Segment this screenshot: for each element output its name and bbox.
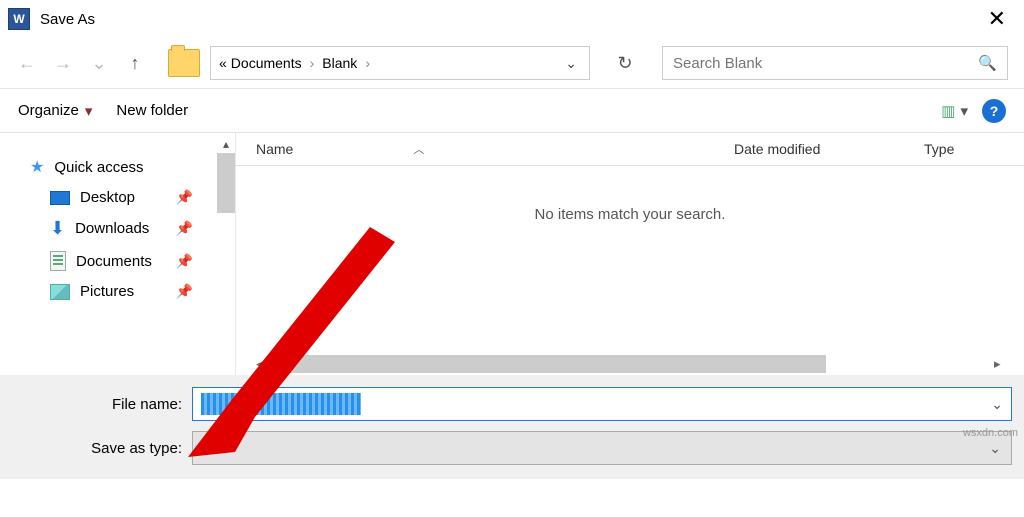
breadcrumb[interactable]: « Documents › Blank › ⌄ (210, 46, 590, 80)
nav-history-chevron-icon[interactable]: ⌄ (84, 48, 114, 78)
column-type[interactable]: Type (924, 141, 1004, 157)
star-icon: ★ (30, 157, 44, 177)
pin-icon: 📌 (176, 220, 193, 237)
view-options-button[interactable]: ▥ ▾ (941, 102, 968, 120)
folder-icon (168, 49, 200, 77)
main-area: ▴ ★ Quick access Desktop 📌 ⬇ Downloads 📌… (0, 133, 1024, 375)
scroll-up-icon[interactable]: ▴ (223, 137, 229, 151)
word-app-icon: W (8, 8, 30, 30)
nav-up-icon[interactable]: ↑ (120, 48, 150, 78)
breadcrumb-prefix: « (217, 55, 229, 71)
breadcrumb-segment[interactable]: Documents (229, 55, 304, 71)
toolbar: Organize ▾ New folder ▥ ▾ ? (0, 88, 1024, 132)
sidebar-item-desktop[interactable]: Desktop 📌 (0, 183, 235, 212)
chevron-down-icon: ⌄ (989, 440, 1001, 457)
filename-label: File name: (12, 396, 192, 413)
file-list-pane: Name ︿ Date modified Type No items match… (236, 133, 1024, 375)
refresh-icon[interactable]: ↻ (610, 48, 640, 78)
window-title: Save As (40, 11, 95, 28)
horizontal-scrollbar[interactable]: ◂ ▸ (256, 353, 1014, 375)
sidebar-item-label: Documents (76, 253, 152, 270)
desktop-icon (50, 191, 70, 205)
empty-message: No items match your search. (236, 206, 1024, 223)
chevron-down-icon: ▾ (960, 102, 968, 120)
pin-icon: 📌 (176, 283, 193, 300)
chevron-right-icon: › (310, 55, 315, 71)
search-icon[interactable]: 🔍 (978, 54, 997, 72)
scroll-left-icon[interactable]: ◂ (256, 356, 276, 372)
help-icon[interactable]: ? (982, 99, 1006, 123)
breadcrumb-segment[interactable]: Blank (320, 55, 359, 71)
search-box[interactable]: 🔍 (662, 46, 1008, 80)
nav-back-icon[interactable]: ← (12, 48, 42, 78)
column-name-label: Name (256, 141, 293, 157)
navigation-row: ← → ⌄ ↑ « Documents › Blank › ⌄ ↻ 🔍 (0, 38, 1024, 88)
column-date[interactable]: Date modified (734, 141, 924, 157)
column-name[interactable]: Name ︿ (256, 141, 734, 157)
sort-asc-icon: ︿ (413, 141, 424, 157)
savetype-label: Save as type: (12, 440, 192, 457)
column-headers: Name ︿ Date modified Type (236, 133, 1024, 166)
savetype-select[interactable]: PDF ⌄ (192, 431, 1012, 465)
pin-icon: 📌 (176, 189, 193, 206)
new-folder-label: New folder (116, 102, 188, 119)
pictures-icon (50, 284, 70, 300)
sidebar-item-documents[interactable]: Documents 📌 (0, 245, 235, 277)
sidebar-item-downloads[interactable]: ⬇ Downloads 📌 (0, 212, 235, 245)
scrollbar-track[interactable] (276, 355, 994, 373)
scrollbar-thumb[interactable] (286, 355, 826, 373)
chevron-down-icon: ▾ (85, 102, 93, 120)
scrollbar-thumb[interactable] (217, 153, 235, 213)
document-icon (50, 251, 66, 271)
savetype-value: PDF (203, 440, 231, 456)
chevron-down-icon[interactable]: ⌄ (565, 55, 577, 72)
sidebar: ▴ ★ Quick access Desktop 📌 ⬇ Downloads 📌… (0, 133, 236, 375)
save-fields: File name: ⌄ Save as type: PDF ⌄ (0, 375, 1024, 479)
organize-label: Organize (18, 102, 79, 119)
filename-input[interactable]: ⌄ (192, 387, 1012, 421)
download-icon: ⬇ (50, 218, 65, 239)
scroll-right-icon[interactable]: ▸ (994, 356, 1014, 372)
organize-button[interactable]: Organize ▾ (18, 102, 92, 120)
chevron-down-icon[interactable]: ⌄ (991, 396, 1003, 413)
sidebar-quick-access[interactable]: ★ Quick access (0, 151, 235, 183)
sidebar-item-pictures[interactable]: Pictures 📌 (0, 277, 235, 306)
sidebar-item-label: Desktop (80, 189, 135, 206)
new-folder-button[interactable]: New folder (116, 102, 188, 119)
search-input[interactable] (673, 55, 978, 72)
sidebar-item-label: Quick access (54, 159, 143, 176)
watermark: wsxdn.com (963, 427, 1018, 439)
filename-selection (201, 393, 361, 415)
title-bar: W Save As ✕ (0, 0, 1024, 38)
nav-forward-icon: → (48, 48, 78, 78)
sidebar-item-label: Downloads (75, 220, 149, 237)
sidebar-item-label: Pictures (80, 283, 134, 300)
chevron-right-icon: › (365, 55, 370, 71)
close-icon[interactable]: ✕ (978, 2, 1016, 36)
view-icon: ▥ (941, 102, 954, 120)
pin-icon: 📌 (176, 253, 193, 270)
